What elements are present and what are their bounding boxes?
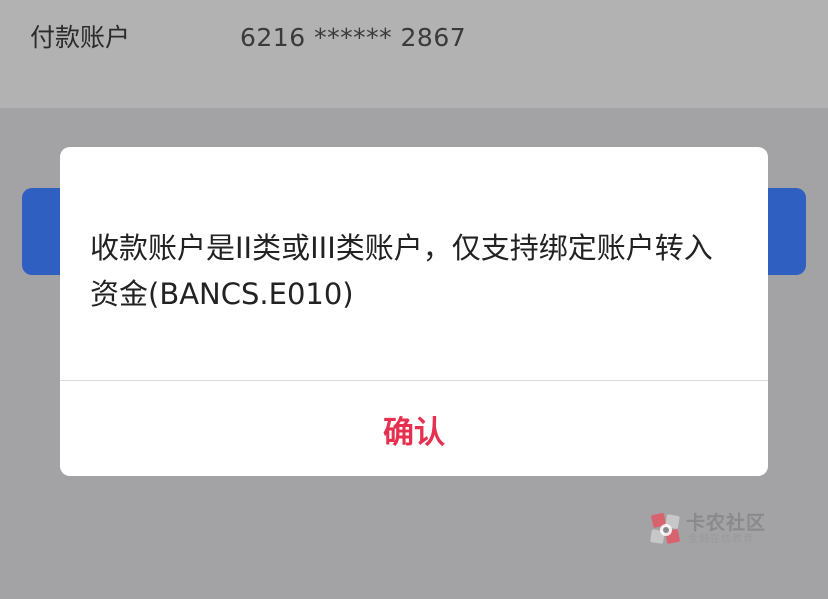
watermark-subtitle: 金融在线教育 <box>688 534 754 545</box>
dialog-message: 收款账户是II类或III类账户，仅支持绑定账户转入资金(BANCS.E010) <box>90 231 713 311</box>
payment-account-number: 6216 ****** 2867 <box>240 23 467 52</box>
watermark-title: 卡农社区 <box>686 512 767 534</box>
confirm-button[interactable]: 确认 <box>60 381 768 476</box>
alert-dialog: 收款账户是II类或III类账户，仅支持绑定账户转入资金(BANCS.E010) … <box>60 147 768 476</box>
kanong-logo-icon <box>650 513 680 544</box>
payment-account-row: 付款账户 6216 ****** 2867 <box>0 0 828 108</box>
payment-account-label: 付款账户 <box>30 23 131 52</box>
watermark: 卡农社区 金融在线教育 <box>648 512 778 548</box>
